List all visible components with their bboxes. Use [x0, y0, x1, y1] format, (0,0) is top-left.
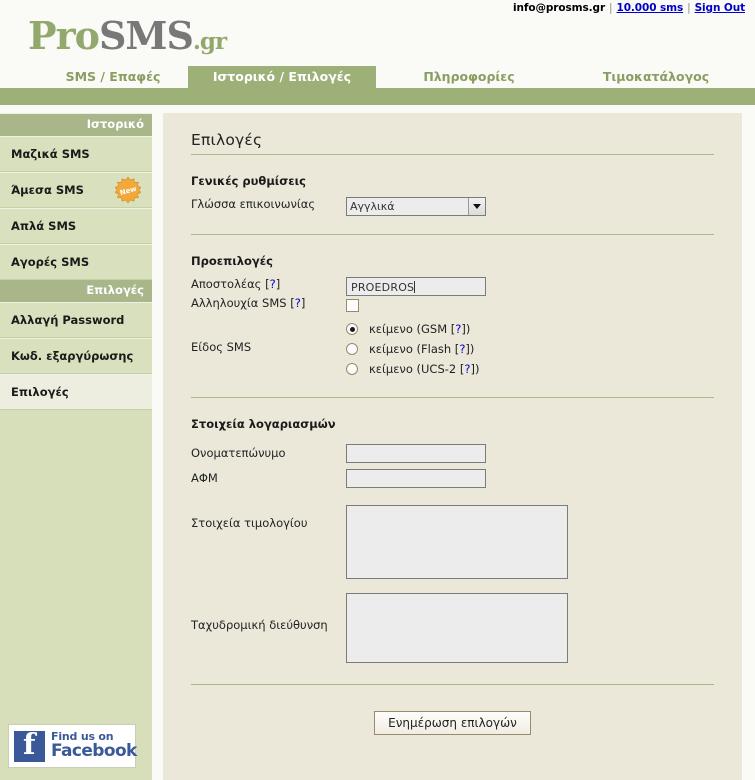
- radio-gsm[interactable]: [346, 323, 358, 335]
- nav-underbar: [0, 88, 755, 105]
- sidebar-item-instant-sms[interactable]: Άμεσα SMS New: [0, 172, 152, 208]
- defaults-form: Αποστολέας [?] PROEDROS Αλληλουχία SMS […: [191, 277, 714, 379]
- concat-help-link[interactable]: ?: [295, 296, 301, 310]
- tab-sms-contacts[interactable]: SMS / Επαφές: [28, 66, 198, 88]
- sidebar: Ιστορικό Μαζικά SMS Άμεσα SMS New Απλά S…: [0, 113, 152, 780]
- sender-input-value: PROEDROS: [351, 281, 415, 294]
- sidebar-item-label: Επιλογές: [11, 385, 69, 399]
- address-textarea[interactable]: [346, 593, 568, 663]
- language-label: Γλώσσα επικοινωνίας: [191, 197, 316, 211]
- form-row-fullname: Ονοματεπώνυμο: [191, 440, 714, 463]
- logo-part-gr: .gr: [192, 28, 227, 55]
- vat-label: ΑΦΜ: [191, 471, 218, 485]
- concat-label: Αλληλουχία SMS: [191, 296, 287, 310]
- logo-part-pro: Pro: [28, 13, 100, 58]
- smstype-flash-tail: ]): [465, 342, 475, 356]
- vat-input[interactable]: [346, 469, 486, 488]
- sidebar-item-bulk-sms[interactable]: Μαζικά SMS: [0, 136, 152, 172]
- update-options-button[interactable]: Ενημέρωση επιλογών: [374, 711, 531, 735]
- form-row-concatenation: Αλληλουχία SMS [?]: [191, 296, 714, 315]
- divider-1: [191, 234, 714, 235]
- section-general-settings: Γενικές ρυθμίσεις: [191, 174, 306, 188]
- smstype-option-ucs2[interactable]: κείμενο (UCS-2 [?]): [346, 359, 714, 379]
- account-email: info@prosms.gr: [513, 2, 606, 14]
- form-row-language: Γλώσσα επικοινωνίας Αγγλικά: [191, 197, 714, 216]
- content-panel: Επιλογές Γενικές ρυθμίσεις Γλώσσα επικοι…: [163, 113, 742, 780]
- form-row-sender: Αποστολέας [?] PROEDROS: [191, 277, 714, 296]
- sender-label: Αποστολέας: [191, 277, 262, 291]
- submit-row: Ενημέρωση επιλογών: [191, 711, 714, 735]
- divider-3: [191, 684, 714, 685]
- divider-2: [191, 397, 714, 398]
- sidebar-item-simple-sms[interactable]: Απλά SMS: [0, 208, 152, 244]
- form-row-vat: ΑΦΜ: [191, 463, 714, 488]
- sidebar-item-label: Κωδ. εξαργύρωσης: [11, 349, 134, 363]
- language-select[interactable]: Αγγλικά: [346, 197, 486, 216]
- smstype-option-flash[interactable]: κείμενο (Flash [?]): [346, 339, 714, 359]
- smstype-gsm-label: κείμενο (GSM [: [369, 322, 456, 336]
- sidebar-group-history-title: Ιστορικό: [0, 114, 152, 136]
- sidebar-item-options[interactable]: Επιλογές: [0, 374, 152, 410]
- sidebar-item-sms-purchases[interactable]: Αγορές SMS: [0, 244, 152, 280]
- form-row-sms-type: Είδος SMS κείμενο (GSM [?]) κείμενο (Fla…: [191, 315, 714, 379]
- page-layout: Ιστορικό Μαζικά SMS Άμεσα SMS New Απλά S…: [0, 113, 755, 780]
- utility-separator-2: |: [687, 2, 691, 14]
- form-row-invoice: Στοιχεία τιμολογίου: [191, 488, 714, 582]
- sidebar-group-options-title: Επιλογές: [0, 280, 152, 302]
- radio-flash[interactable]: [346, 343, 358, 355]
- smstype-ucs2-label: κείμενο (UCS-2 [: [369, 362, 465, 376]
- facebook-widget[interactable]: Find us on Facebook: [8, 724, 137, 768]
- sender-help-link[interactable]: ?: [270, 277, 276, 291]
- smstype-ucs2-tail: ]): [470, 362, 480, 376]
- utility-separator-1: |: [609, 2, 613, 14]
- sms-credits-link[interactable]: 10.000 sms: [616, 2, 683, 14]
- sidebar-item-label: Αλλαγή Password: [11, 313, 125, 327]
- sidebar-item-change-password[interactable]: Αλλαγή Password: [0, 302, 152, 338]
- sign-out-link[interactable]: Sign Out: [695, 2, 746, 14]
- smstype-flash-label: κείμενο (Flash [: [369, 342, 460, 356]
- general-settings-form: Γλώσσα επικοινωνίας Αγγλικά: [191, 197, 714, 216]
- concat-checkbox[interactable]: [346, 299, 359, 312]
- account-details-form: Ονοματεπώνυμο ΑΦΜ Στοιχεία τιμολογίου Τα…: [191, 440, 714, 666]
- sidebar-item-label: Άμεσα SMS: [11, 183, 84, 197]
- facebook-f-icon: [14, 729, 45, 762]
- fullname-input[interactable]: [346, 444, 486, 463]
- sender-input[interactable]: PROEDROS: [346, 277, 486, 296]
- page-title: Επιλογές: [191, 113, 714, 155]
- address-label: Ταχυδρομική διεύθυνση: [191, 618, 328, 632]
- sender-label-cell: Αποστολέας [?]: [191, 277, 281, 291]
- fullname-label: Ονοματεπώνυμο: [191, 446, 286, 460]
- tab-pricelist[interactable]: Τιμοκατάλογος: [566, 66, 746, 88]
- tab-information[interactable]: Πληροφορίες: [382, 66, 556, 88]
- sidebar-item-label: Απλά SMS: [11, 219, 77, 233]
- smstype-gsm-tail: ]): [461, 322, 471, 336]
- language-select-wrap[interactable]: Αγγλικά: [346, 197, 486, 216]
- invoice-label: Στοιχεία τιμολογίου: [191, 516, 308, 530]
- form-row-address: Ταχυδρομική διεύθυνση: [191, 582, 714, 666]
- smstype-option-gsm[interactable]: κείμενο (GSM [?]): [346, 319, 714, 339]
- radio-ucs2[interactable]: [346, 363, 358, 375]
- sidebar-item-label: Αγορές SMS: [11, 255, 90, 269]
- invoice-textarea[interactable]: [346, 505, 568, 579]
- concat-label-cell: Αλληλουχία SMS [?]: [191, 296, 306, 310]
- tab-history-options[interactable]: Ιστορικό / Επιλογές: [188, 66, 376, 88]
- facebook-line-2: Facebook: [51, 740, 137, 761]
- site-logo[interactable]: ProSMS.gr: [0, 16, 755, 60]
- sidebar-item-redeem-code[interactable]: Κωδ. εξαργύρωσης: [0, 338, 152, 374]
- sidebar-item-label: Μαζικά SMS: [11, 147, 90, 161]
- smstype-label: Είδος SMS: [191, 340, 252, 354]
- page-gap: [0, 105, 755, 113]
- section-defaults: Προεπιλογές: [191, 254, 273, 268]
- text-caret: [414, 281, 416, 293]
- new-badge-icon: New: [114, 176, 142, 204]
- logo-part-sms: SMS: [98, 13, 194, 58]
- section-account-details: Στοιχεία λογαριασμών: [191, 417, 336, 431]
- main-navigation: SMS / Επαφές Ιστορικό / Επιλογές Πληροφο…: [0, 66, 755, 88]
